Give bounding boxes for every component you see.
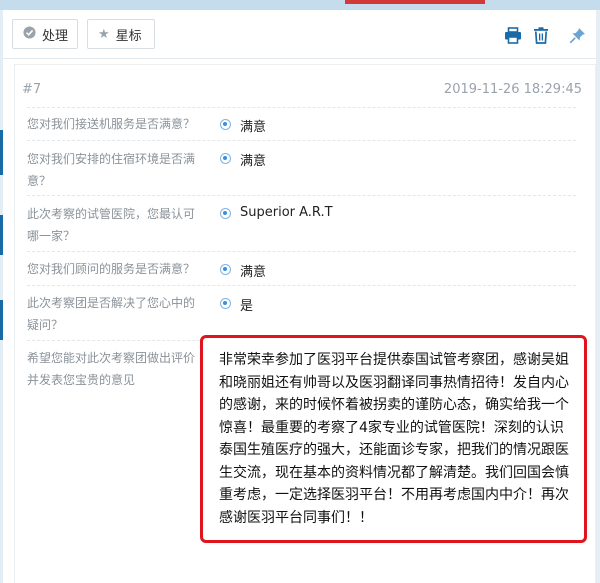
radio-selected[interactable] bbox=[220, 119, 231, 130]
row-separator bbox=[27, 107, 576, 108]
survey-question: 此次考察团是否解决了您心中的疑问？ bbox=[27, 296, 196, 332]
survey-question: 您对我们接送机服务是否满意？ bbox=[27, 117, 196, 131]
survey-question: 您对我们顾问的服务是否满意？ bbox=[27, 262, 196, 276]
process-button-label: 处理 bbox=[42, 28, 69, 44]
row-separator bbox=[27, 140, 576, 141]
feedback-answer-box: 非常荣幸参加了医羽平台提供泰国试管考察团，感谢吴姐和晓丽姐还有帅哥以及医羽翻译同… bbox=[200, 335, 587, 543]
process-button[interactable]: 处理 bbox=[12, 19, 78, 49]
window-top-strip bbox=[0, 0, 600, 10]
star-button-label: 星标 bbox=[115, 28, 142, 44]
radio-selected[interactable] bbox=[220, 153, 231, 164]
feedback-answer-text: 非常荣幸参加了医羽平台提供泰国试管考察团，感谢吴姐和晓丽姐还有帅哥以及医羽翻译同… bbox=[219, 352, 569, 526]
toolbar-divider bbox=[3, 58, 596, 59]
row-separator bbox=[27, 285, 576, 286]
pin-icon[interactable] bbox=[566, 24, 588, 46]
survey-answer: 满意 bbox=[240, 120, 267, 135]
radio-selected[interactable] bbox=[220, 208, 231, 219]
row-separator bbox=[27, 251, 576, 252]
print-icon[interactable] bbox=[502, 24, 524, 46]
radio-selected[interactable] bbox=[220, 264, 231, 275]
survey-answer: 满意 bbox=[240, 265, 267, 280]
top-banner-fragment bbox=[345, 0, 485, 4]
message-timestamp: 2019-11-26 18:29:45 bbox=[443, 82, 582, 97]
survey-answer: Superior A.R.T bbox=[240, 205, 333, 220]
survey-question: 此次考察的试管医院，您最认可哪一家？ bbox=[27, 207, 196, 243]
radio-selected[interactable] bbox=[220, 298, 231, 309]
star-button[interactable]: ★ 星标 bbox=[87, 19, 155, 49]
survey-answer: 是 bbox=[240, 299, 254, 314]
left-edge-panel bbox=[0, 10, 3, 583]
message-number: #7 bbox=[22, 82, 42, 97]
scrollbar-track[interactable] bbox=[596, 10, 600, 583]
survey-question: 您对我们安排的住宿环境是否满意？ bbox=[27, 152, 196, 188]
star-icon: ★ bbox=[98, 26, 110, 42]
row-separator bbox=[27, 195, 576, 196]
feedback-question: 希望您能对此次考察团做出评价并发表您宝贵的意见 bbox=[27, 351, 196, 387]
trash-icon[interactable] bbox=[530, 24, 552, 46]
survey-answer: 满意 bbox=[240, 154, 267, 169]
check-circle-icon bbox=[23, 25, 36, 43]
toolbar: 处理 ★ 星标 bbox=[3, 10, 596, 58]
